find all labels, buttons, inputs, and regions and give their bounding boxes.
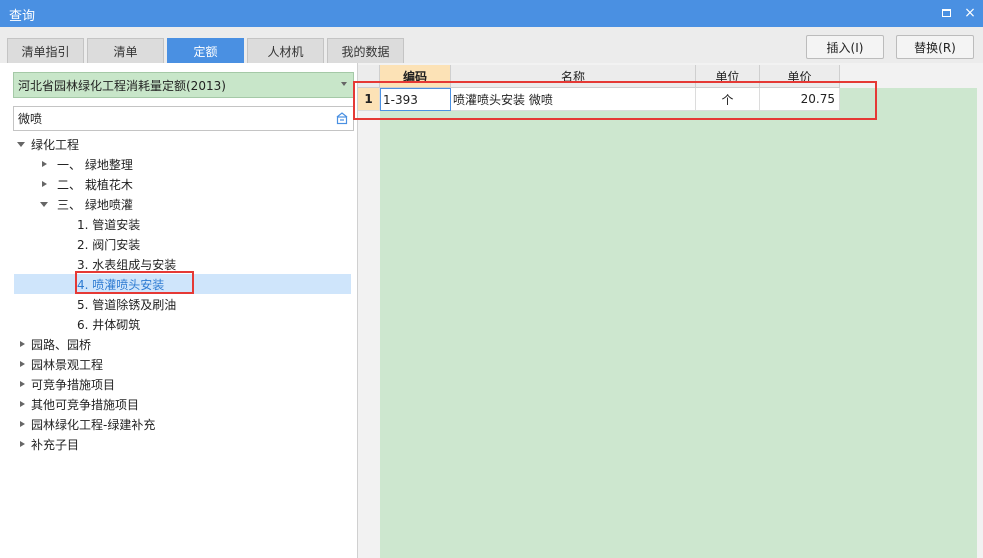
maximize-icon (941, 9, 951, 17)
tree-item-green-building[interactable]: 园林绿化工程-绿建补充 (14, 414, 351, 434)
tree-item-well-masonry[interactable]: 6. 井体砌筑 (14, 314, 351, 334)
cell-code[interactable]: 1-393 (380, 88, 451, 111)
chevron-right-icon[interactable] (20, 401, 25, 407)
chevron-right-icon[interactable] (20, 441, 25, 447)
chevron-down-icon (341, 82, 347, 86)
tree-item-other-measures[interactable]: 其他可竞争措施项目 (14, 394, 351, 414)
tree-item-pipe-rust[interactable]: 5. 管道除锈及刷油 (14, 294, 351, 314)
row-number[interactable]: 1 (358, 88, 380, 111)
search-input[interactable] (14, 107, 324, 130)
tab-labor-material[interactable]: 人材机 (247, 38, 324, 63)
chevron-down-icon[interactable] (40, 202, 48, 207)
tab-quota[interactable]: 定额 (167, 38, 244, 63)
cell-price[interactable]: 20.75 (760, 88, 840, 111)
grid-header-code[interactable]: 编码 (380, 65, 451, 88)
close-button[interactable]: × (961, 4, 979, 22)
tab-my-data[interactable]: 我的数据 (327, 38, 404, 63)
library-select-value: 河北省园林绿化工程消耗量定额(2013) (18, 78, 226, 93)
tree-item-competitive-measures[interactable]: 可竞争措施项目 (14, 374, 351, 394)
cell-name[interactable]: 喷灌喷头安装 微喷 (451, 88, 696, 111)
tree-item-supplementary[interactable]: 补充子目 (14, 434, 351, 454)
tree-item-sprinkler-install[interactable]: 4. 喷灌喷头安装 (14, 274, 351, 294)
tree-item-land-prep[interactable]: 一、 绿地整理 (14, 154, 351, 174)
grid-header-unit[interactable]: 单位 (696, 65, 760, 88)
grid-header-price[interactable]: 单价 (760, 65, 840, 88)
results-grid: 编码 名称 单位 单价 1 1-393 喷灌喷头安装 微喷 个 20.75 (358, 63, 983, 558)
tab-bill[interactable]: 清单 (87, 38, 164, 63)
grid-empty-area (380, 88, 977, 558)
tree-item-landscape[interactable]: 园林景观工程 (14, 354, 351, 374)
tree-item-roads-bridges[interactable]: 园路、园桥 (14, 334, 351, 354)
search-box (13, 106, 354, 131)
grid-header-name[interactable]: 名称 (451, 65, 696, 88)
tree-item-greening[interactable]: 绿化工程 (14, 134, 351, 154)
tree-item-meter-install[interactable]: 3. 水表组成与安装 (14, 254, 351, 274)
tree-item-pipe-install[interactable]: 1. 管道安装 (14, 214, 351, 234)
search-icon[interactable] (335, 111, 349, 125)
chevron-down-icon[interactable] (17, 142, 25, 147)
tree-item-valve-install[interactable]: 2. 阀门安装 (14, 234, 351, 254)
tab-bill-guide[interactable]: 清单指引 (7, 38, 84, 63)
library-select[interactable]: 河北省园林绿化工程消耗量定额(2013) (13, 72, 354, 98)
left-panel: 河北省园林绿化工程消耗量定额(2013) 绿化工程 一、 绿地整理 二、 栽植花… (8, 63, 358, 558)
chevron-right-icon[interactable] (20, 341, 25, 347)
tree-item-planting[interactable]: 二、 栽植花木 (14, 174, 351, 194)
chevron-right-icon[interactable] (20, 361, 25, 367)
replace-button[interactable]: 替换(R) (896, 35, 974, 59)
tab-bar: 清单指引 清单 定额 人材机 我的数据 插入(I) 替换(R) (0, 27, 983, 63)
tree-item-irrigation[interactable]: 三、 绿地喷灌 (14, 194, 351, 214)
cell-unit[interactable]: 个 (696, 88, 760, 111)
chevron-right-icon[interactable] (20, 421, 25, 427)
chevron-right-icon[interactable] (20, 381, 25, 387)
grid-header-corner (358, 65, 380, 88)
maximize-button[interactable] (937, 4, 955, 22)
chevron-right-icon[interactable] (42, 161, 47, 167)
insert-button[interactable]: 插入(I) (806, 35, 884, 59)
chevron-right-icon[interactable] (42, 181, 47, 187)
window-title: 查询 (9, 9, 36, 24)
title-bar: 查询 × (0, 0, 983, 27)
